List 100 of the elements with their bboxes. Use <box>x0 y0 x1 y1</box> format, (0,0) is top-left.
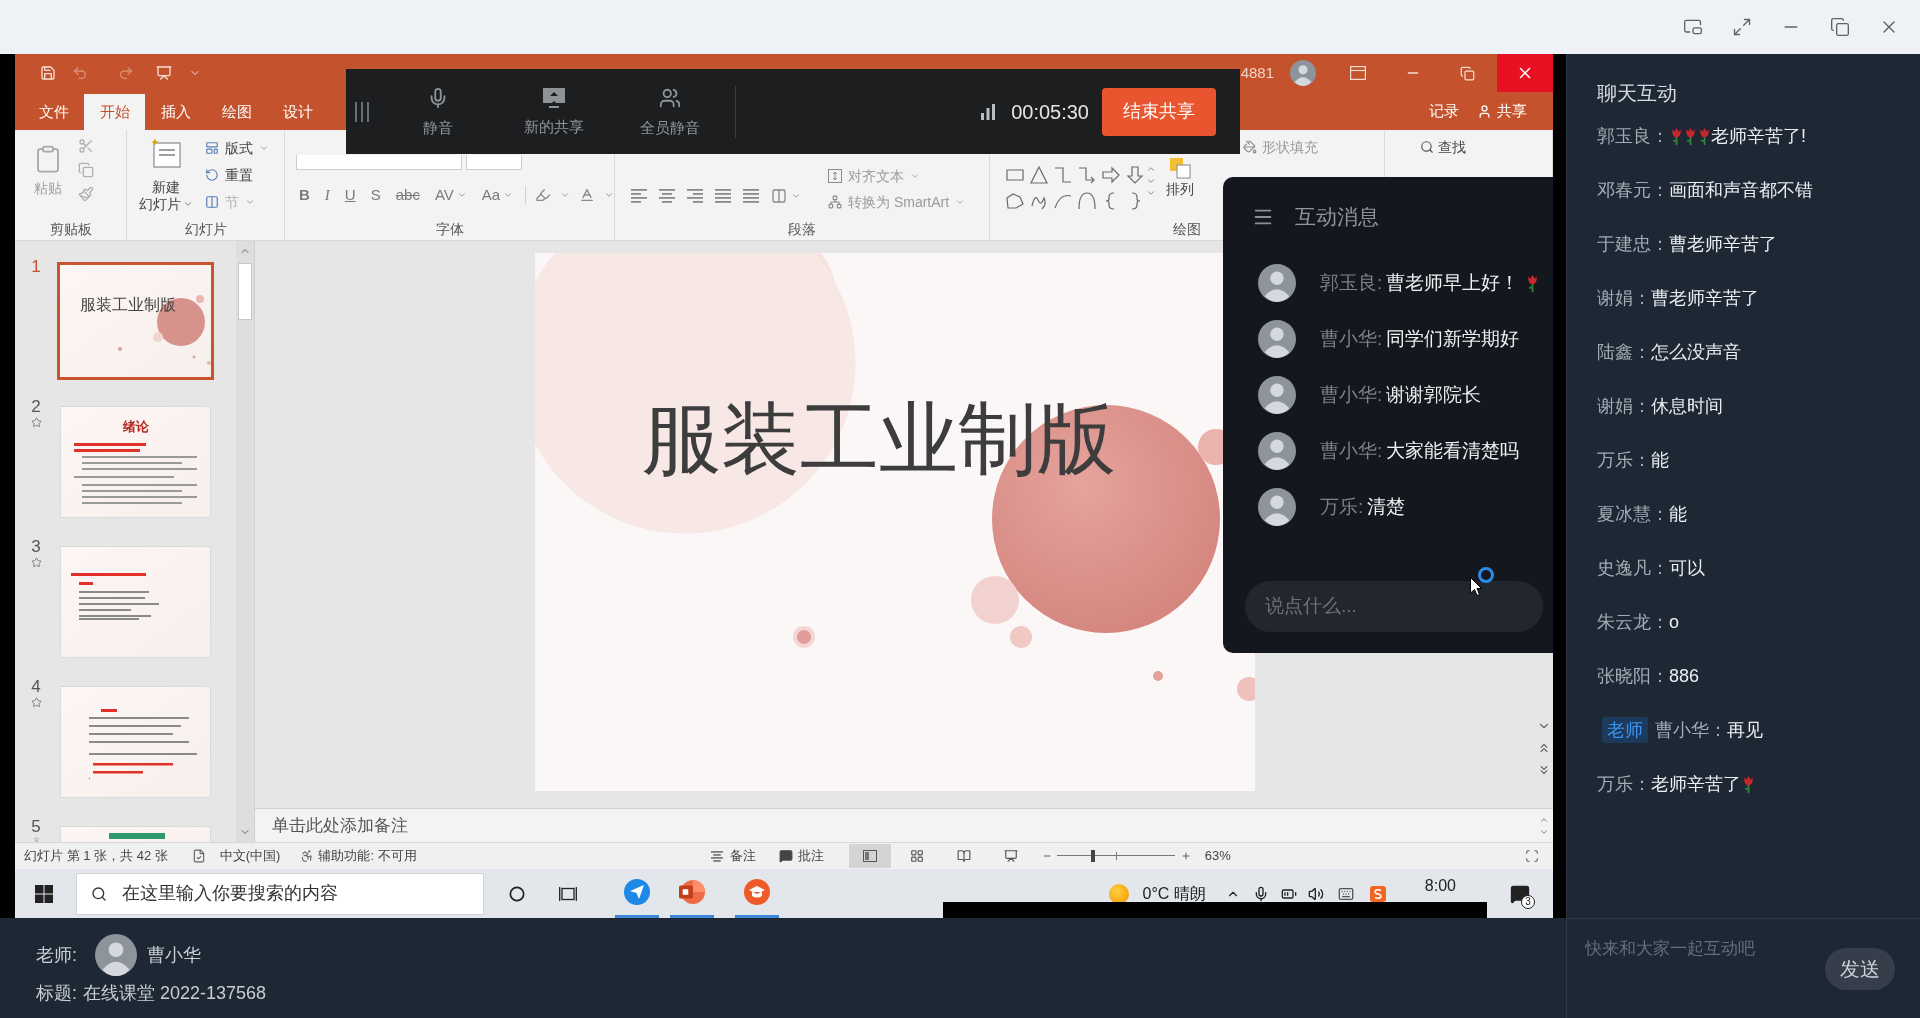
mute-all-button[interactable]: 全员静音 <box>612 69 728 154</box>
title-label: 标题: <box>36 981 77 1005</box>
undo-icon[interactable] <box>72 65 88 81</box>
cut-icon[interactable] <box>78 138 94 154</box>
fit-to-window-icon[interactable] <box>1525 849 1539 863</box>
task-view-icon[interactable] <box>559 885 577 902</box>
windows-logo-icon[interactable] <box>35 884 53 903</box>
chat-username: 陆鑫： <box>1597 340 1651 364</box>
distribute-icon[interactable] <box>743 189 759 203</box>
share-button[interactable]: 共享 <box>1477 99 1527 123</box>
slide-thumbnail[interactable] <box>60 546 211 658</box>
account-avatar-icon[interactable] <box>1290 60 1316 86</box>
zoom-slider-thumb[interactable] <box>1091 850 1096 862</box>
scrollbar-thumb[interactable] <box>238 263 252 320</box>
ribbon-tab[interactable]: 文件 <box>23 94 84 130</box>
shape-fill-button[interactable]: 形状填充 <box>1243 138 1318 156</box>
strikethrough-button[interactable]: abc <box>392 185 423 205</box>
gallery-more-icon[interactable] <box>1146 188 1156 198</box>
message-input-field[interactable]: 说点什么... <box>1245 581 1543 632</box>
freeform-shape-icon[interactable] <box>1006 192 1024 210</box>
highlighter-icon[interactable] <box>535 187 552 203</box>
layout-button[interactable]: 版式 <box>205 138 269 158</box>
cap-app-icon <box>744 879 770 905</box>
message-input[interactable]: 说点什么... <box>1265 592 1533 621</box>
redo-icon[interactable] <box>118 65 134 81</box>
right-arrow-shape-icon[interactable] <box>1102 166 1120 184</box>
slideshow-icon[interactable] <box>156 65 172 81</box>
restore-icon[interactable] <box>1830 17 1850 37</box>
reset-button[interactable]: 重置 <box>205 165 269 185</box>
copy-icon[interactable] <box>78 162 94 178</box>
send-button[interactable]: 发送 <box>1825 948 1895 990</box>
underline-button[interactable]: U <box>341 185 359 205</box>
end-sharing-button[interactable]: 结束共享 <box>1102 87 1216 136</box>
previous-slide-icon[interactable] <box>1537 741 1551 755</box>
ribbon-tab[interactable]: 开始 <box>84 94 145 130</box>
notes-field[interactable]: 单击此处添加备注 <box>255 809 1535 842</box>
text-shadow-button[interactable]: S <box>367 185 384 205</box>
search-field[interactable]: 在这里输入你要搜索的内容 <box>76 872 484 915</box>
gallery-down-icon[interactable] <box>1146 176 1156 186</box>
input-method-icon[interactable] <box>1369 885 1386 902</box>
smartart-button[interactable]: 转换为 SmartArt <box>828 193 966 211</box>
chat-input-field[interactable]: 快来和大家一起互动吧 <box>1585 936 1813 962</box>
triangle-shape-icon[interactable] <box>1030 166 1048 184</box>
ribbon-tab[interactable]: 插入 <box>145 94 206 130</box>
cortana-icon[interactable] <box>509 885 525 902</box>
caret-icon[interactable] <box>791 191 801 201</box>
save-icon[interactable] <box>40 65 56 81</box>
view-button[interactable] <box>848 844 891 868</box>
down-arrow-shape-icon[interactable] <box>1126 166 1144 184</box>
character-spacing-button[interactable]: AV <box>431 185 470 205</box>
align-left-icon[interactable] <box>631 189 647 203</box>
align-text-button[interactable]: 对齐文本 <box>828 167 966 185</box>
fullscreen-icon[interactable] <box>1732 17 1752 37</box>
font-color-icon[interactable] <box>579 187 596 203</box>
rectangle-shape-icon[interactable] <box>1006 166 1024 184</box>
gallery-up-icon[interactable] <box>1146 164 1156 174</box>
elbow-arrow-icon[interactable] <box>1078 166 1096 184</box>
zoom-in-icon[interactable] <box>1180 851 1191 861</box>
align-center-icon[interactable] <box>659 189 675 203</box>
slide-thumbnail[interactable] <box>60 686 211 798</box>
find-button[interactable]: 查找 <box>1420 138 1466 156</box>
ribbon-tab[interactable]: 设计 <box>267 94 328 130</box>
font-size-field[interactable] <box>466 155 522 170</box>
elbow-connector-icon[interactable] <box>1054 166 1072 184</box>
caret-icon[interactable] <box>604 190 615 200</box>
new-slide-button[interactable]: 新建 幻灯片 <box>127 138 205 212</box>
record-button[interactable]: 记录 <box>1429 99 1459 123</box>
drag-handle-icon[interactable] <box>355 101 369 122</box>
keyboard-icon[interactable] <box>1337 885 1354 902</box>
volume-icon[interactable] <box>1307 885 1324 902</box>
search-input[interactable]: 在这里输入你要搜索的内容 <box>122 880 483 907</box>
caret-icon <box>503 190 514 200</box>
italic-button[interactable]: I <box>321 185 333 205</box>
zoom-slider[interactable] <box>1056 849 1175 863</box>
ribbon-tab[interactable]: 绘图 <box>206 94 267 130</box>
spell-check-icon[interactable] <box>191 849 206 863</box>
restore-icon[interactable] <box>1460 65 1475 81</box>
caret-icon[interactable] <box>560 190 571 200</box>
align-right-icon[interactable] <box>687 189 703 203</box>
next-slide-icon[interactable] <box>1537 763 1551 777</box>
new-share-button[interactable]: 新的共享 <box>496 69 612 154</box>
columns-icon[interactable] <box>771 188 787 204</box>
arc-shape-icon[interactable] <box>1078 192 1096 210</box>
format-painter-icon[interactable] <box>78 186 94 202</box>
bold-button[interactable]: B <box>296 185 313 205</box>
notes-button[interactable]: 备注 <box>710 846 756 866</box>
arrange-button[interactable]: 排列 <box>1166 157 1194 197</box>
mute-button[interactable]: 静音 <box>380 69 496 154</box>
comments-button[interactable]: 批注 <box>778 846 824 866</box>
paste-button[interactable]: 粘贴 <box>18 144 78 196</box>
notes-input[interactable]: 单击此处添加备注 <box>272 812 772 839</box>
picture-in-picture-icon[interactable] <box>1683 17 1703 37</box>
message-text: 再见 <box>1727 718 1763 742</box>
close-button[interactable] <box>1497 54 1553 92</box>
font-name-field[interactable] <box>296 155 462 170</box>
justify-icon[interactable] <box>715 189 731 203</box>
ribbon-display-icon[interactable] <box>1350 66 1366 80</box>
slide-thumbnail[interactable]: 绪论 <box>60 406 211 518</box>
change-case-button[interactable]: Aa <box>478 185 517 205</box>
curve-shape-icon[interactable] <box>1054 192 1072 210</box>
